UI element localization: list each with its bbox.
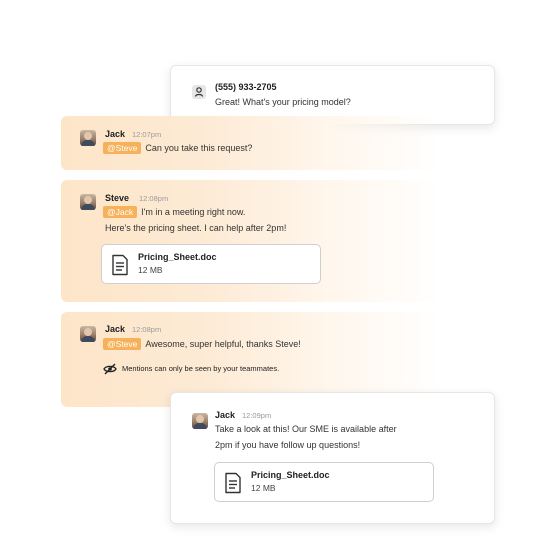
- eye-slash-icon: [103, 363, 117, 375]
- message-text-line2: 2pm if you have follow up questions!: [215, 440, 361, 450]
- timestamp: 12:07pm: [132, 130, 162, 139]
- message-text: @Steve Can you take this request?: [103, 142, 252, 154]
- document-icon: [112, 254, 128, 276]
- timestamp: 12:08pm: [139, 194, 169, 203]
- customer-message-text: Great! What's your pricing model?: [215, 97, 351, 107]
- file-size: 12 MB: [138, 265, 163, 275]
- mention-badge[interactable]: @Steve: [103, 142, 142, 154]
- file-name: Pricing_Sheet.doc: [138, 252, 217, 262]
- mention-badge[interactable]: @Jack: [103, 206, 138, 218]
- message-text: @Steve Awesome, super helpful, thanks Ste…: [103, 338, 301, 350]
- file-size: 12 MB: [251, 483, 276, 493]
- author-name: Jack: [105, 324, 126, 334]
- phone-number: (555) 933-2705: [215, 82, 277, 92]
- file-attachment[interactable]: Pricing_Sheet.doc 12 MB: [101, 244, 321, 284]
- message-text: @Jack I'm in a meeting right now.: [103, 206, 245, 218]
- message-text-line2: Here's the pricing sheet. I can help aft…: [105, 223, 287, 233]
- author-name: Steve: [105, 193, 130, 203]
- author-name: Jack: [215, 410, 236, 420]
- timestamp: 12:09pm: [242, 411, 272, 420]
- internal-message-jack-1: Jack 12:07pm @Steve Can you take this req…: [61, 116, 441, 170]
- internal-message-steve: Steve 12:08pm @Jack I'm in a meeting righ…: [61, 180, 441, 302]
- author-name: Jack: [105, 129, 126, 139]
- message-text: Take a look at this! Our SME is availabl…: [215, 424, 397, 434]
- avatar: [192, 413, 208, 429]
- document-icon: [225, 472, 241, 494]
- avatar: [80, 326, 96, 342]
- mentions-privacy-note: Mentions can only be seen by your teamma…: [122, 364, 280, 373]
- timestamp: 12:08pm: [132, 325, 162, 334]
- file-name: Pricing_Sheet.doc: [251, 470, 330, 480]
- mention-badge[interactable]: @Steve: [103, 338, 142, 350]
- reply-message-card: Jack 12:09pm Take a look at this! Our SM…: [170, 392, 495, 524]
- avatar: [80, 194, 96, 210]
- avatar: [80, 130, 96, 146]
- file-attachment[interactable]: Pricing_Sheet.doc 12 MB: [214, 462, 434, 502]
- person-icon: [192, 85, 206, 99]
